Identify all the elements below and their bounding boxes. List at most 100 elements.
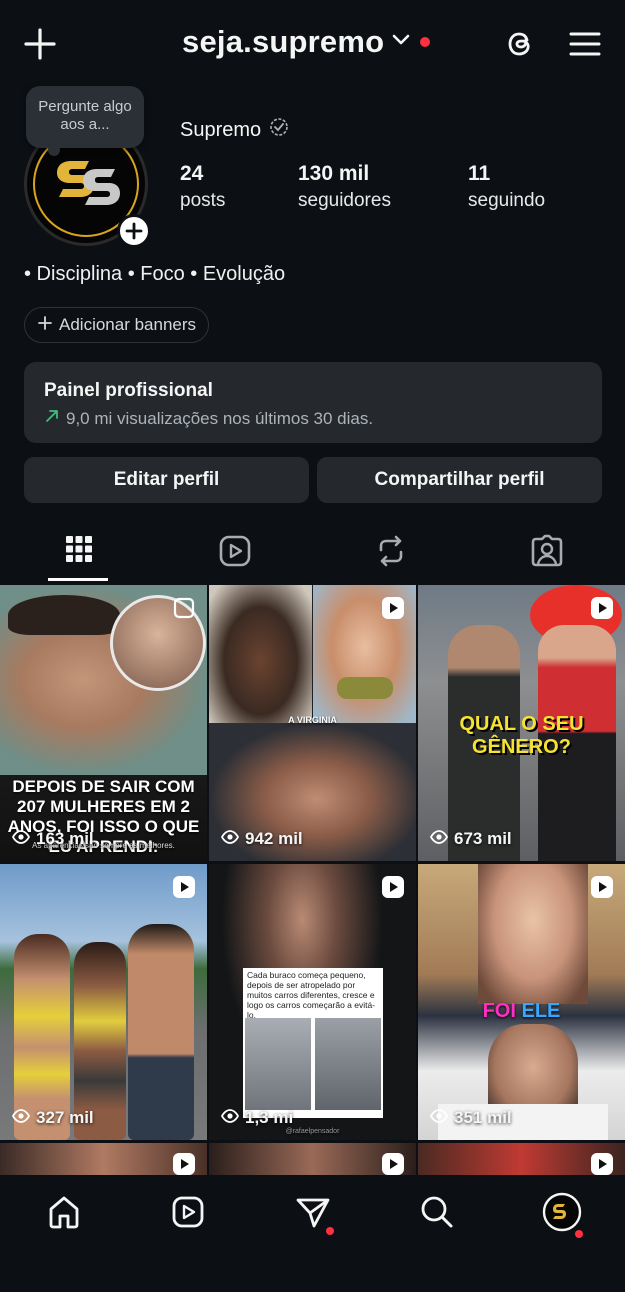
home-icon (46, 1194, 82, 1235)
nav-messages[interactable] (288, 1189, 338, 1239)
view-count-text: 942 mil (245, 829, 303, 848)
share-profile-label: Compartilhar perfil (374, 469, 545, 490)
post-thumbnail[interactable] (209, 1143, 416, 1175)
note-text: Pergunte algo aos a... (38, 98, 132, 133)
account-switcher[interactable]: seja.supremo (182, 24, 431, 60)
search-icon (419, 1194, 455, 1235)
stat-number: 11 (468, 162, 491, 185)
stat-followers[interactable]: 130 mil seguidores (298, 162, 391, 212)
grid-icon (64, 534, 94, 569)
stat-number: 130 mil (298, 162, 370, 185)
post-thumbnail[interactable]: 327 mil (0, 864, 207, 1140)
add-banners-label: Adicionar banners (59, 315, 197, 334)
top-bar: seja.supremo (0, 0, 625, 90)
eye-icon (429, 1108, 449, 1128)
post-caption-part: ELE (521, 1000, 561, 1022)
active-tab-indicator (48, 578, 108, 581)
post-thumbnail[interactable]: A VIRGINIA 942 mil (209, 585, 416, 861)
menu-icon[interactable] (568, 28, 602, 60)
notification-dot (326, 1227, 334, 1235)
verified-badge-icon (269, 117, 289, 143)
view-count-text: 327 mil (36, 1108, 94, 1127)
view-count-text: 1,3 mi (245, 1108, 294, 1127)
eye-icon (11, 829, 31, 849)
tab-grid[interactable] (40, 522, 118, 584)
post-thumbnail[interactable]: QUAL O SEU GÊNERO? 673 mil (418, 585, 625, 861)
eye-icon (429, 829, 449, 849)
notification-dot (420, 37, 431, 47)
edit-profile-label: Editar perfil (113, 469, 220, 490)
trend-up-arrow-icon (44, 408, 60, 429)
notification-dot (575, 1230, 583, 1238)
username: seja.supremo (182, 24, 385, 59)
tab-reposts[interactable] (352, 522, 430, 584)
stat-label: seguidores (298, 190, 391, 211)
view-count: 351 mil (429, 1108, 512, 1128)
content-tabs (0, 522, 625, 584)
create-plus-icon[interactable] (22, 26, 58, 62)
post-thumbnail[interactable]: FOI ELE 351 mil (418, 864, 625, 1140)
nav-profile[interactable] (537, 1189, 587, 1239)
add-story-button[interactable] (117, 214, 151, 248)
tagged-person-icon (530, 534, 564, 573)
nav-search[interactable] (412, 1189, 462, 1239)
reel-icon (589, 1151, 615, 1175)
add-banners-button[interactable]: Adicionar banners (24, 307, 210, 343)
stat-label: posts (180, 190, 226, 211)
carousel-icon (171, 595, 197, 621)
eye-icon (220, 829, 240, 849)
bottom-nav (0, 1175, 625, 1292)
display-name-row: Supremo (180, 117, 289, 143)
view-count-text: 163 mil (36, 829, 94, 848)
repost-icon (375, 534, 407, 573)
post-thumbnail[interactable]: Cada buraco começa pequeno, depois de se… (209, 864, 416, 1140)
post-caption: A VIRGINIA (288, 715, 337, 725)
reel-icon (171, 874, 197, 900)
stat-following[interactable]: 11 seguindo (468, 162, 545, 212)
view-count: 1,3 mi (220, 1108, 294, 1128)
eye-icon (11, 1108, 31, 1128)
stat-number: 24 (180, 162, 204, 185)
post-caption: QUAL O SEU GÊNERO? (459, 713, 584, 758)
reel-icon (380, 1151, 406, 1175)
reel-icon (171, 1151, 197, 1175)
view-count: 673 mil (429, 829, 512, 849)
post-thumbnail[interactable] (0, 1143, 207, 1175)
threads-icon[interactable] (502, 26, 538, 62)
post-caption-row: FOI ELE (418, 1000, 625, 1023)
post-thumbnail[interactable] (418, 1143, 625, 1175)
stat-label: seguindo (468, 190, 546, 211)
reel-icon (589, 595, 615, 621)
view-count: 163 mil (11, 829, 94, 849)
nav-reels[interactable] (163, 1189, 213, 1239)
eye-icon (220, 1108, 240, 1128)
stat-posts[interactable]: 24 posts (180, 162, 225, 212)
share-profile-button[interactable]: Compartilhar perfil (317, 457, 602, 503)
post-thumbnail[interactable]: DEPOIS DE SAIR COM 207 MULHERES EM 2 ANO… (0, 585, 207, 861)
reels-icon (218, 534, 252, 573)
bio-text: • Disciplina • Foco • Evolução (24, 263, 286, 285)
plus-icon (37, 315, 53, 336)
view-count: 942 mil (220, 829, 303, 849)
display-name: Supremo (180, 118, 262, 141)
reel-icon (380, 874, 406, 900)
panel-subtitle: 9,0 mi visualizações nos últimos 30 dias… (66, 408, 374, 428)
view-count-text: 673 mil (454, 829, 512, 848)
reel-icon (380, 595, 406, 621)
view-count-text: 351 mil (454, 1108, 512, 1127)
nav-home[interactable] (39, 1189, 89, 1239)
panel-subtitle-row: 9,0 mi visualizações nos últimos 30 dias… (44, 408, 582, 429)
edit-profile-button[interactable]: Editar perfil (24, 457, 309, 503)
view-count: 327 mil (11, 1108, 94, 1128)
chevron-down-icon (392, 33, 410, 51)
reel-icon (589, 874, 615, 900)
posts-grid: DEPOIS DE SAIR COM 207 MULHERES EM 2 ANO… (0, 585, 625, 1175)
post-credit: @rafaelpensador (285, 1128, 340, 1135)
tab-reels[interactable] (196, 522, 274, 584)
tab-tagged[interactable] (508, 522, 586, 584)
post-caption-part: FOI (482, 1000, 516, 1022)
reels-icon (170, 1194, 206, 1235)
professional-dashboard[interactable]: Painel profissional 9,0 mi visualizações… (24, 362, 602, 443)
panel-title: Painel profissional (44, 380, 213, 401)
note-bubble[interactable]: Pergunte algo aos a... (26, 86, 144, 156)
